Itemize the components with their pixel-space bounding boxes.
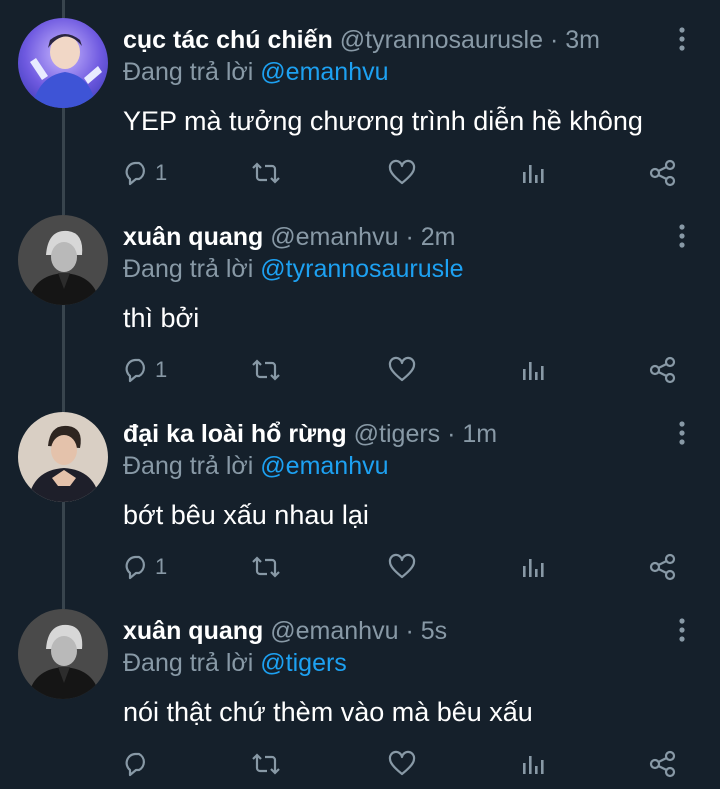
like-button[interactable]	[388, 552, 416, 582]
tweet-actions: 1	[123, 552, 683, 582]
replying-to-handle[interactable]: @emanhvu	[260, 58, 388, 86]
tweet-actions: 1	[123, 355, 683, 385]
tweet-actions: 1	[123, 158, 683, 188]
reply-button[interactable]: 1	[123, 158, 167, 188]
avatar[interactable]	[18, 412, 108, 502]
retweet-icon	[251, 356, 281, 384]
replying-to-label: Đang trả lời	[123, 649, 254, 677]
analytics-button[interactable]	[519, 552, 547, 582]
more-vertical-icon[interactable]	[672, 617, 692, 645]
analytics-icon	[519, 159, 547, 187]
more-vertical-icon[interactable]	[672, 223, 692, 251]
replying-to-handle[interactable]: @emanhvu	[260, 452, 388, 480]
user-handle[interactable]: @tyrannosaurusle	[340, 26, 543, 54]
tweet[interactable]: xuân quang @emanhvu · 2m Đang trả lời @t…	[0, 197, 720, 394]
reply-count: 1	[155, 357, 168, 382]
tweet-text: YEP mà tưởng chương trình diễn hề không	[123, 106, 643, 136]
replying-to-handle[interactable]: @tigers	[260, 649, 347, 677]
analytics-icon	[519, 553, 547, 581]
user-handle[interactable]: @emanhvu	[270, 223, 398, 251]
replying-to: Đang trả lời @emanhvu	[123, 450, 389, 482]
more-vertical-icon[interactable]	[672, 26, 692, 54]
analytics-icon	[519, 750, 547, 778]
display-name[interactable]: xuân quang	[123, 223, 263, 251]
like-button[interactable]	[388, 158, 416, 188]
reply-icon	[123, 750, 151, 778]
more-vertical-icon[interactable]	[672, 420, 692, 448]
tweet-text: bớt bêu xấu nhau lại	[123, 500, 369, 530]
share-button[interactable]	[648, 749, 678, 779]
reply-count: 1	[155, 554, 168, 579]
tweet-text: nói thật chứ thèm vào mà bêu xấu	[123, 697, 533, 727]
retweet-button[interactable]	[251, 158, 281, 188]
separator-dot: ·	[447, 420, 456, 448]
tweet-header: xuân quang @emanhvu · 5s	[123, 615, 447, 647]
user-handle[interactable]: @emanhvu	[270, 617, 398, 645]
avatar[interactable]	[18, 18, 108, 108]
tweet-actions	[123, 749, 683, 779]
timestamp[interactable]: 5s	[421, 617, 447, 645]
tweet-text: thì bởi	[123, 303, 200, 333]
retweet-icon	[251, 159, 281, 187]
reply-button[interactable]: 1	[123, 355, 167, 385]
retweet-button[interactable]	[251, 749, 281, 779]
timestamp[interactable]: 1m	[462, 420, 497, 448]
share-icon	[648, 553, 678, 581]
tweet-header: cục tác chú chiến @tyrannosaurusle · 3m	[123, 24, 600, 56]
analytics-button[interactable]	[519, 158, 547, 188]
reply-count: 1	[155, 160, 168, 185]
display-name[interactable]: cục tác chú chiến	[123, 26, 333, 54]
avatar[interactable]	[18, 215, 108, 305]
reply-button[interactable]: 1	[123, 552, 167, 582]
heart-icon	[388, 159, 416, 187]
user-handle[interactable]: @tigers	[354, 420, 441, 448]
separator-dot: ·	[405, 223, 414, 251]
replying-to: Đang trả lời @tyrannosaurusle	[123, 253, 464, 285]
retweet-button[interactable]	[251, 355, 281, 385]
replying-to-handle[interactable]: @tyrannosaurusle	[260, 255, 463, 283]
share-icon	[648, 159, 678, 187]
share-button[interactable]	[648, 552, 678, 582]
retweet-icon	[251, 750, 281, 778]
share-button[interactable]	[648, 158, 678, 188]
reply-icon	[123, 159, 151, 187]
replying-to-label: Đang trả lời	[123, 255, 254, 283]
analytics-icon	[519, 356, 547, 384]
timestamp[interactable]: 3m	[565, 26, 600, 54]
share-icon	[648, 356, 678, 384]
separator-dot: ·	[405, 617, 414, 645]
like-button[interactable]	[388, 355, 416, 385]
tweet-header: đại ka loài hổ rừng @tigers · 1m	[123, 418, 497, 450]
heart-icon	[388, 356, 416, 384]
replying-to: Đang trả lời @emanhvu	[123, 56, 389, 88]
retweet-icon	[251, 553, 281, 581]
replying-to: Đang trả lời @tigers	[123, 647, 347, 679]
heart-icon	[388, 750, 416, 778]
like-button[interactable]	[388, 749, 416, 779]
avatar[interactable]	[18, 609, 108, 699]
replying-to-label: Đang trả lời	[123, 452, 254, 480]
reply-button[interactable]	[123, 749, 155, 779]
tweet[interactable]: cục tác chú chiến @tyrannosaurusle · 3m …	[0, 0, 720, 197]
heart-icon	[388, 553, 416, 581]
share-icon	[648, 750, 678, 778]
display-name[interactable]: xuân quang	[123, 617, 263, 645]
timestamp[interactable]: 2m	[421, 223, 456, 251]
retweet-button[interactable]	[251, 552, 281, 582]
separator-dot: ·	[549, 26, 559, 54]
reply-icon	[123, 553, 151, 581]
tweet[interactable]: xuân quang @emanhvu · 5s Đang trả lời @t…	[0, 591, 720, 788]
tweet-header: xuân quang @emanhvu · 2m	[123, 221, 455, 253]
replying-to-label: Đang trả lời	[123, 58, 254, 86]
tweet[interactable]: đại ka loài hổ rừng @tigers · 1m Đang tr…	[0, 394, 720, 591]
analytics-button[interactable]	[519, 355, 547, 385]
display-name[interactable]: đại ka loài hổ rừng	[123, 420, 347, 448]
reply-icon	[123, 356, 151, 384]
analytics-button[interactable]	[519, 749, 547, 779]
share-button[interactable]	[648, 355, 678, 385]
